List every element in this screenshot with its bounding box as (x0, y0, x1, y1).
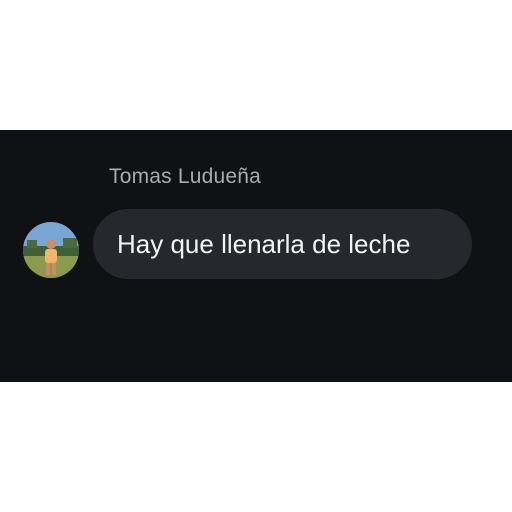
sender-name: Tomas Ludueña (109, 165, 262, 188)
avatar-photo-icon (23, 222, 79, 278)
message-text: Hay que llenarla de leche (117, 228, 411, 259)
user-avatar[interactable] (23, 222, 79, 278)
message-bubble[interactable]: Hay que llenarla de leche (93, 209, 472, 279)
chat-panel: Tomas Ludueña Hay que llenarla de leche (0, 130, 512, 382)
